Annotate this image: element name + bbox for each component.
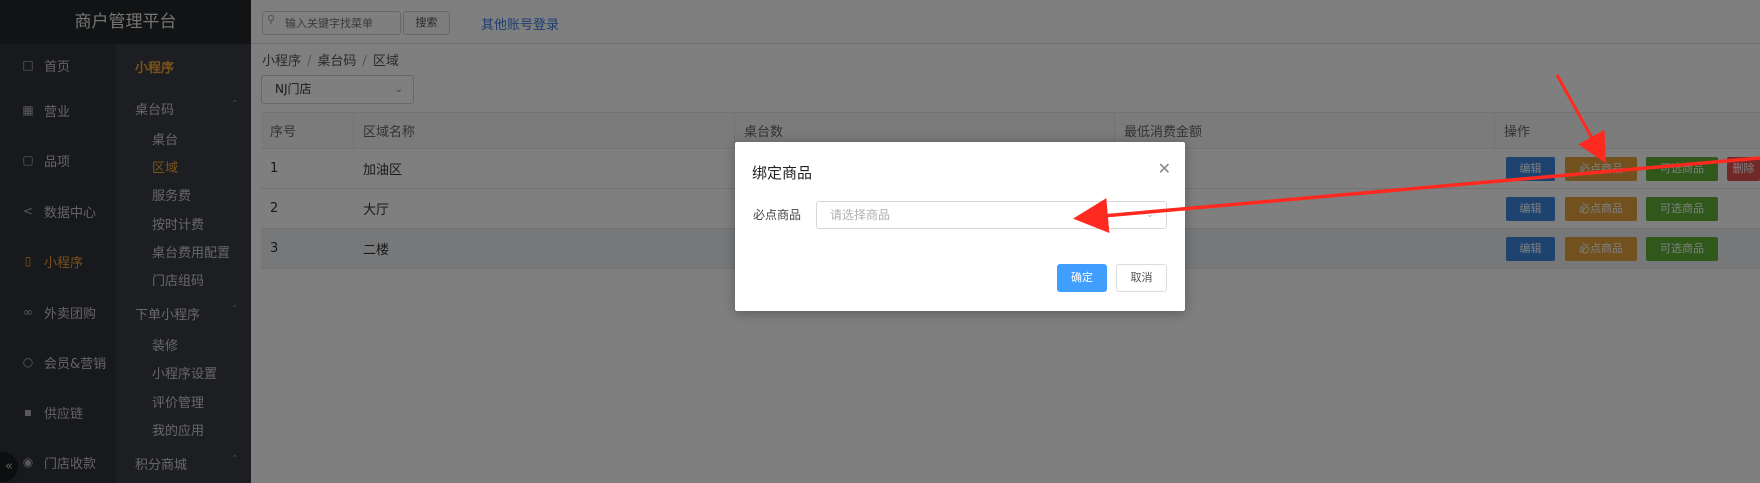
bind-goods-dialog: 绑定商品 ✕ 必点商品 请选择商品 ⌄ 确定 取消	[735, 142, 1185, 311]
confirm-button[interactable]: 确定	[1057, 264, 1107, 292]
required-goods-label: 必点商品	[753, 208, 802, 222]
goods-select[interactable]: 请选择商品 ⌄	[816, 201, 1167, 229]
chevron-down-icon: ⌄	[1145, 209, 1154, 220]
dialog-title: 绑定商品	[752, 164, 813, 182]
close-icon[interactable]: ✕	[1158, 159, 1171, 178]
goods-select-placeholder: 请选择商品	[830, 208, 891, 222]
cancel-button[interactable]: 取消	[1116, 264, 1167, 292]
